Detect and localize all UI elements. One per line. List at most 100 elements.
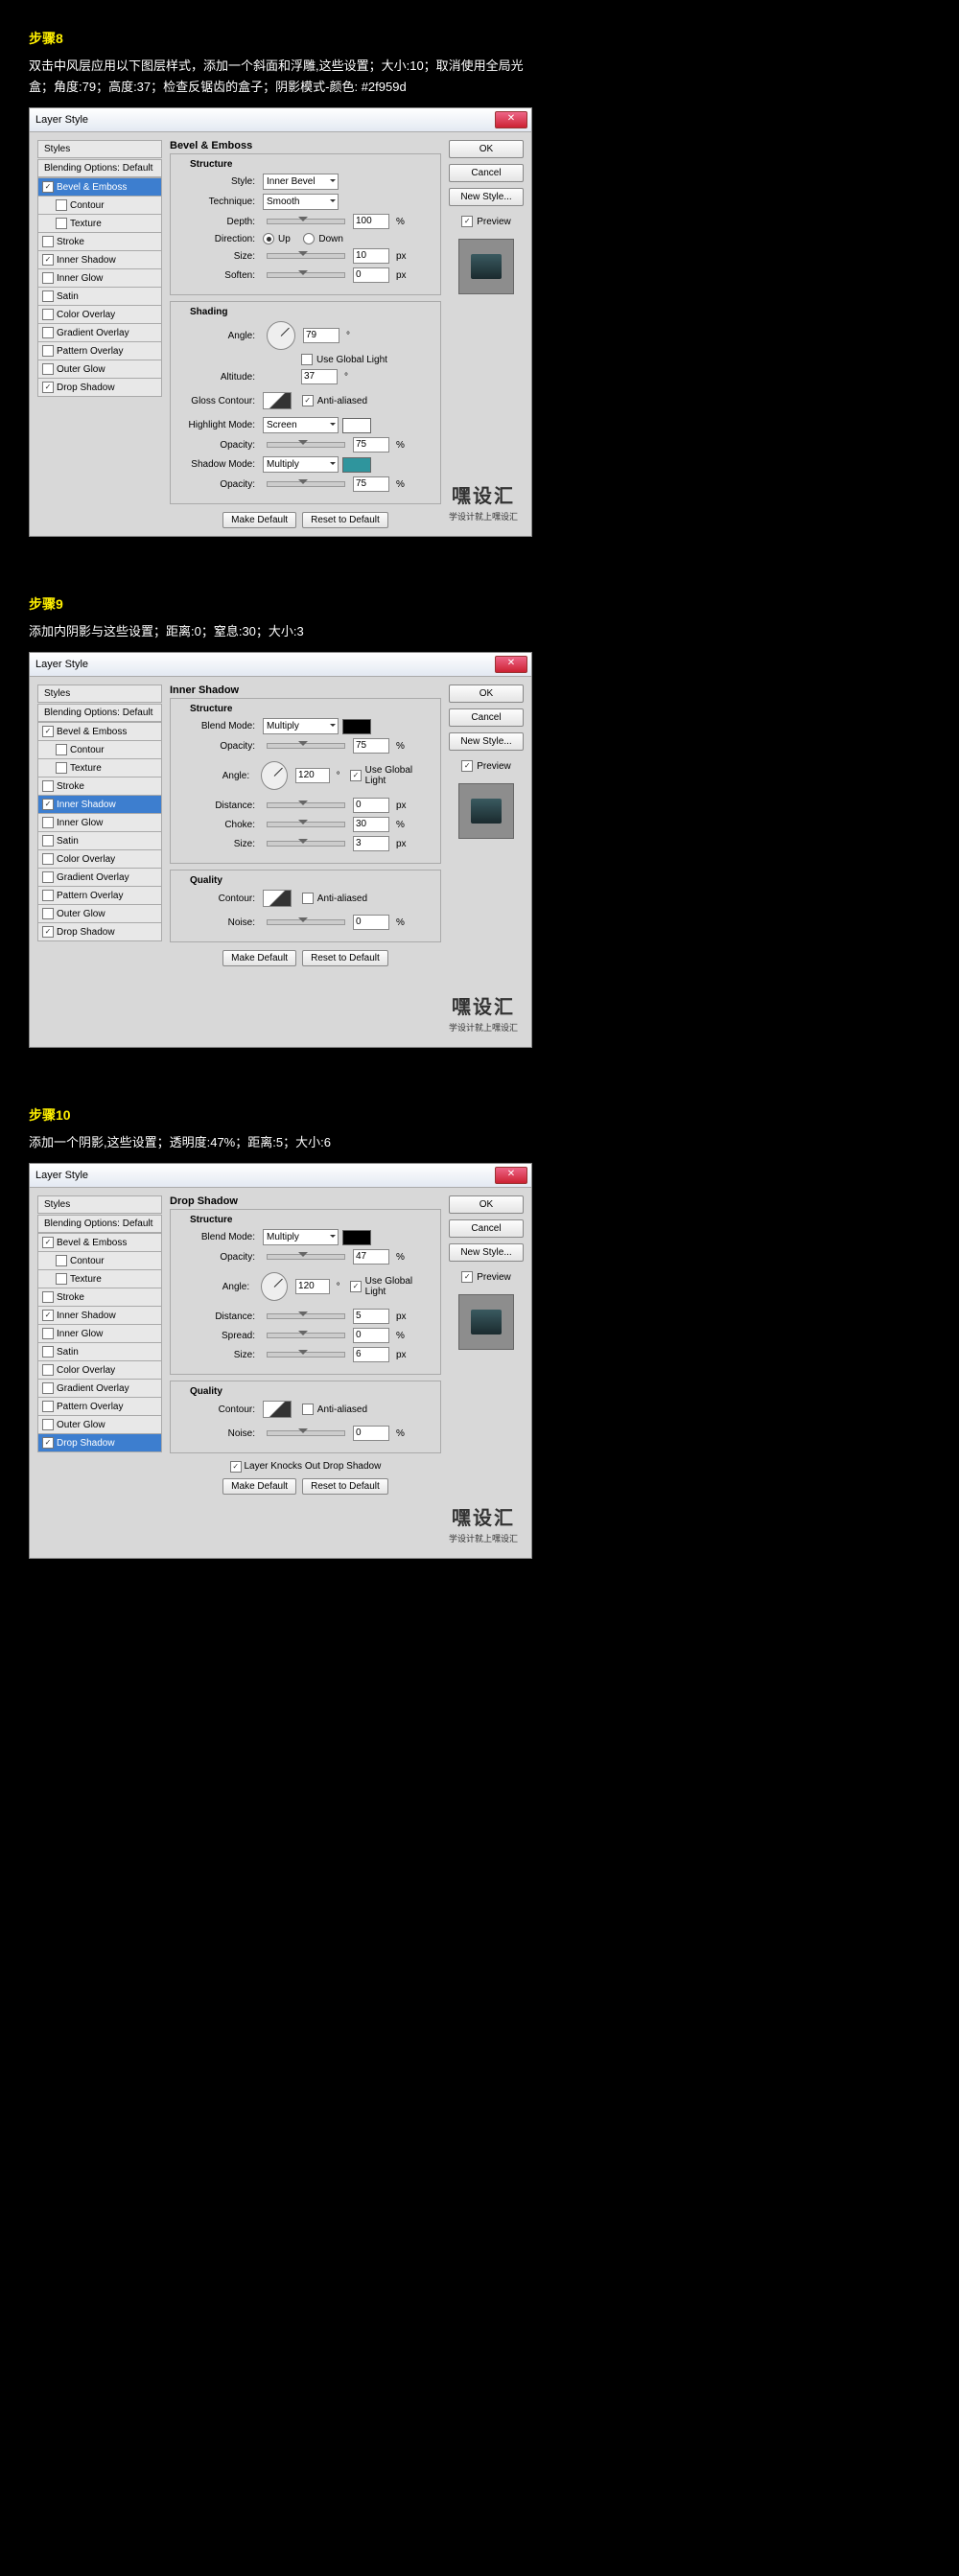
checkbox-icon[interactable] [56,218,67,229]
spread-input[interactable]: 0 [353,1328,389,1343]
checkbox-icon[interactable] [42,926,54,938]
checkbox-icon[interactable] [42,780,54,792]
close-icon[interactable]: ✕ [495,656,527,673]
angle-input[interactable]: 120 [295,1279,330,1294]
angle-input[interactable]: 79 [303,328,339,343]
shadow-color-swatch[interactable] [342,457,371,473]
size-slider[interactable] [267,253,345,259]
sidebar-item-satin[interactable]: Satin [37,831,162,850]
sidebar-item-contour[interactable]: Contour [37,196,162,215]
sidebar-item-inner-glow[interactable]: Inner Glow [37,1324,162,1343]
sidebar-item-color-overlay[interactable]: Color Overlay [37,849,162,869]
sidebar-item-drop-shadow[interactable]: Drop Shadow [37,1433,162,1452]
sidebar-item-satin[interactable]: Satin [37,287,162,306]
sidebar-item-bevel[interactable]: Bevel & Emboss [37,177,162,197]
sidebar-styles[interactable]: Styles [37,685,162,703]
ok-button[interactable]: OK [449,1195,524,1214]
checkbox-icon[interactable] [56,762,67,774]
sidebar-item-inner-shadow[interactable]: Inner Shadow [37,795,162,814]
altitude-input[interactable]: 37 [301,369,338,384]
size-input[interactable]: 10 [353,248,389,264]
checkbox-icon[interactable] [56,744,67,755]
contour-swatch[interactable] [263,890,292,907]
noise-input[interactable]: 0 [353,1426,389,1441]
soften-slider[interactable] [267,272,345,278]
checkbox-icon[interactable] [42,327,54,338]
technique-dropdown[interactable]: Smooth [263,194,339,210]
ugl-checkbox[interactable] [350,770,361,781]
color-swatch[interactable] [342,1230,371,1245]
preview-checkbox[interactable] [461,760,473,772]
checkbox-icon[interactable] [42,817,54,828]
spread-slider[interactable] [267,1333,345,1338]
cancel-button[interactable]: Cancel [449,708,524,727]
sidebar-item-texture[interactable]: Texture [37,214,162,233]
checkbox-icon[interactable] [56,1273,67,1285]
checkbox-icon[interactable] [42,871,54,883]
depth-input[interactable]: 100 [353,214,389,229]
aa-checkbox[interactable] [302,893,314,904]
opacity-slider[interactable] [267,1254,345,1260]
choke-slider[interactable] [267,822,345,827]
style-dropdown[interactable]: Inner Bevel [263,174,339,190]
angle-input[interactable]: 120 [295,768,330,783]
opacity-input[interactable]: 47 [353,1249,389,1265]
checkbox-icon[interactable] [42,309,54,320]
newstyle-button[interactable]: New Style... [449,188,524,206]
sidebar-item-bevel[interactable]: Bevel & Emboss [37,722,162,741]
sidebar-item-pattern-overlay[interactable]: Pattern Overlay [37,886,162,905]
contour-swatch[interactable] [263,1401,292,1418]
cancel-button[interactable]: Cancel [449,164,524,182]
reset-default-button[interactable]: Reset to Default [302,950,388,966]
sidebar-item-inner-glow[interactable]: Inner Glow [37,813,162,832]
sidebar-item-gradient-overlay[interactable]: Gradient Overlay [37,868,162,887]
sidebar-item-drop-shadow[interactable]: Drop Shadow [37,378,162,397]
aa-checkbox[interactable] [302,395,314,406]
noise-input[interactable]: 0 [353,915,389,930]
sopacity-input[interactable]: 75 [353,476,389,492]
size-slider[interactable] [267,1352,345,1358]
sidebar-item-gradient-overlay[interactable]: Gradient Overlay [37,1379,162,1398]
hmode-dropdown[interactable]: Screen [263,417,339,433]
bmode-dropdown[interactable]: Multiply [263,718,339,734]
checkbox-icon[interactable] [42,345,54,357]
sidebar-item-inner-shadow[interactable]: Inner Shadow [37,250,162,269]
ok-button[interactable]: OK [449,685,524,703]
checkbox-icon[interactable] [42,1237,54,1248]
sidebar-item-pattern-overlay[interactable]: Pattern Overlay [37,1397,162,1416]
gloss-contour-swatch[interactable] [263,392,292,409]
bmode-dropdown[interactable]: Multiply [263,1229,339,1245]
checkbox-icon[interactable] [42,1382,54,1394]
distance-input[interactable]: 5 [353,1309,389,1324]
checkbox-icon[interactable] [42,181,54,193]
sidebar-styles[interactable]: Styles [37,1195,162,1214]
checkbox-icon[interactable] [42,1437,54,1449]
make-default-button[interactable]: Make Default [222,512,296,528]
checkbox-icon[interactable] [42,290,54,302]
ugl-checkbox[interactable] [350,1281,361,1292]
checkbox-icon[interactable] [42,382,54,393]
ok-button[interactable]: OK [449,140,524,158]
checkbox-icon[interactable] [42,1364,54,1376]
sidebar-item-outer-glow[interactable]: Outer Glow [37,1415,162,1434]
close-icon[interactable]: ✕ [495,111,527,128]
checkbox-icon[interactable] [42,1328,54,1339]
size-input[interactable]: 3 [353,836,389,851]
sidebar-styles[interactable]: Styles [37,140,162,158]
sidebar-item-bevel[interactable]: Bevel & Emboss [37,1233,162,1252]
hopacity-input[interactable]: 75 [353,437,389,453]
down-radio[interactable] [303,233,315,244]
soften-input[interactable]: 0 [353,267,389,283]
sidebar-item-color-overlay[interactable]: Color Overlay [37,305,162,324]
depth-slider[interactable] [267,219,345,224]
sidebar-blending[interactable]: Blending Options: Default [37,1215,162,1233]
checkbox-icon[interactable] [42,254,54,266]
sidebar-item-color-overlay[interactable]: Color Overlay [37,1360,162,1380]
checkbox-icon[interactable] [42,835,54,847]
sidebar-item-stroke[interactable]: Stroke [37,1288,162,1307]
sidebar-item-inner-shadow[interactable]: Inner Shadow [37,1306,162,1325]
checkbox-icon[interactable] [42,1419,54,1430]
close-icon[interactable]: ✕ [495,1167,527,1184]
newstyle-button[interactable]: New Style... [449,1243,524,1262]
sidebar-item-texture[interactable]: Texture [37,1269,162,1288]
